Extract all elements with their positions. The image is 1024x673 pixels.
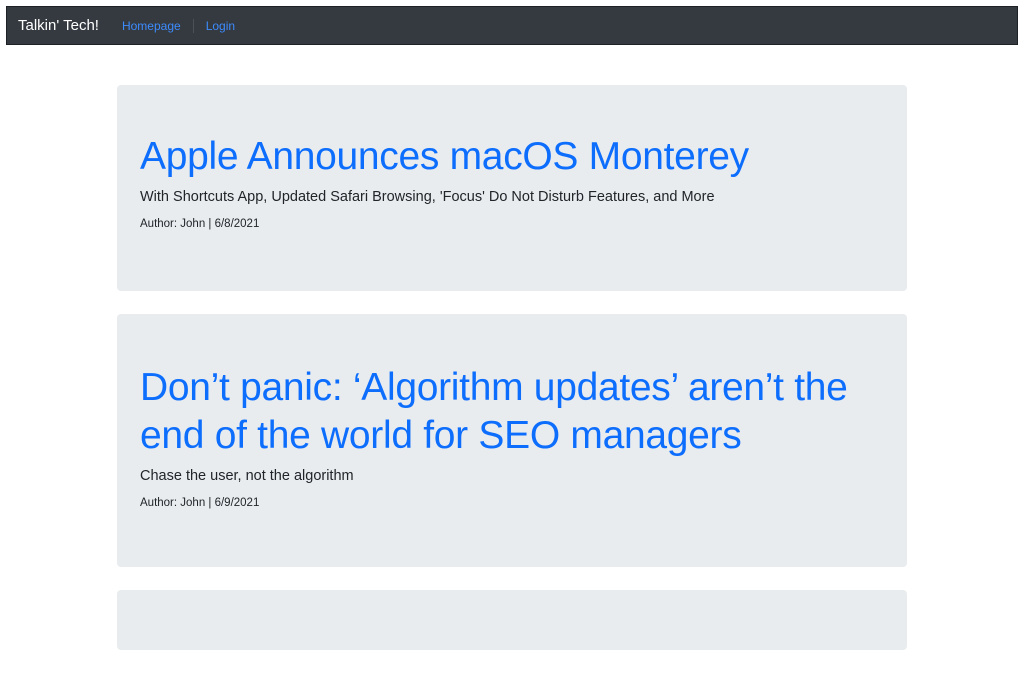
post-title-link[interactable]: Don’t panic: ‘Algorithm updates’ aren’t … xyxy=(140,364,884,460)
brand-link[interactable]: Talkin' Tech! xyxy=(18,17,99,34)
post-byline: Author: John | 6/9/2021 xyxy=(140,497,260,509)
nav-link-homepage[interactable]: Homepage xyxy=(122,19,181,33)
nav-divider xyxy=(192,18,194,33)
nav-link-login[interactable]: Login xyxy=(206,19,235,33)
post-card: Don’t panic: ‘Algorithm updates’ aren’t … xyxy=(117,314,907,567)
post-subtitle: Chase the user, not the algorithm xyxy=(140,468,354,484)
post-card-partial xyxy=(117,590,907,650)
post-byline: Author: John | 6/8/2021 xyxy=(140,218,260,230)
post-subtitle: With Shortcuts App, Updated Safari Brows… xyxy=(140,189,715,205)
post-card: Apple Announces macOS Monterey With Shor… xyxy=(117,85,907,291)
post-title-link[interactable]: Apple Announces macOS Monterey xyxy=(140,133,884,181)
top-navbar: Talkin' Tech! Homepage Login xyxy=(6,6,1018,45)
post-feed: Apple Announces macOS Monterey With Shor… xyxy=(117,85,907,673)
